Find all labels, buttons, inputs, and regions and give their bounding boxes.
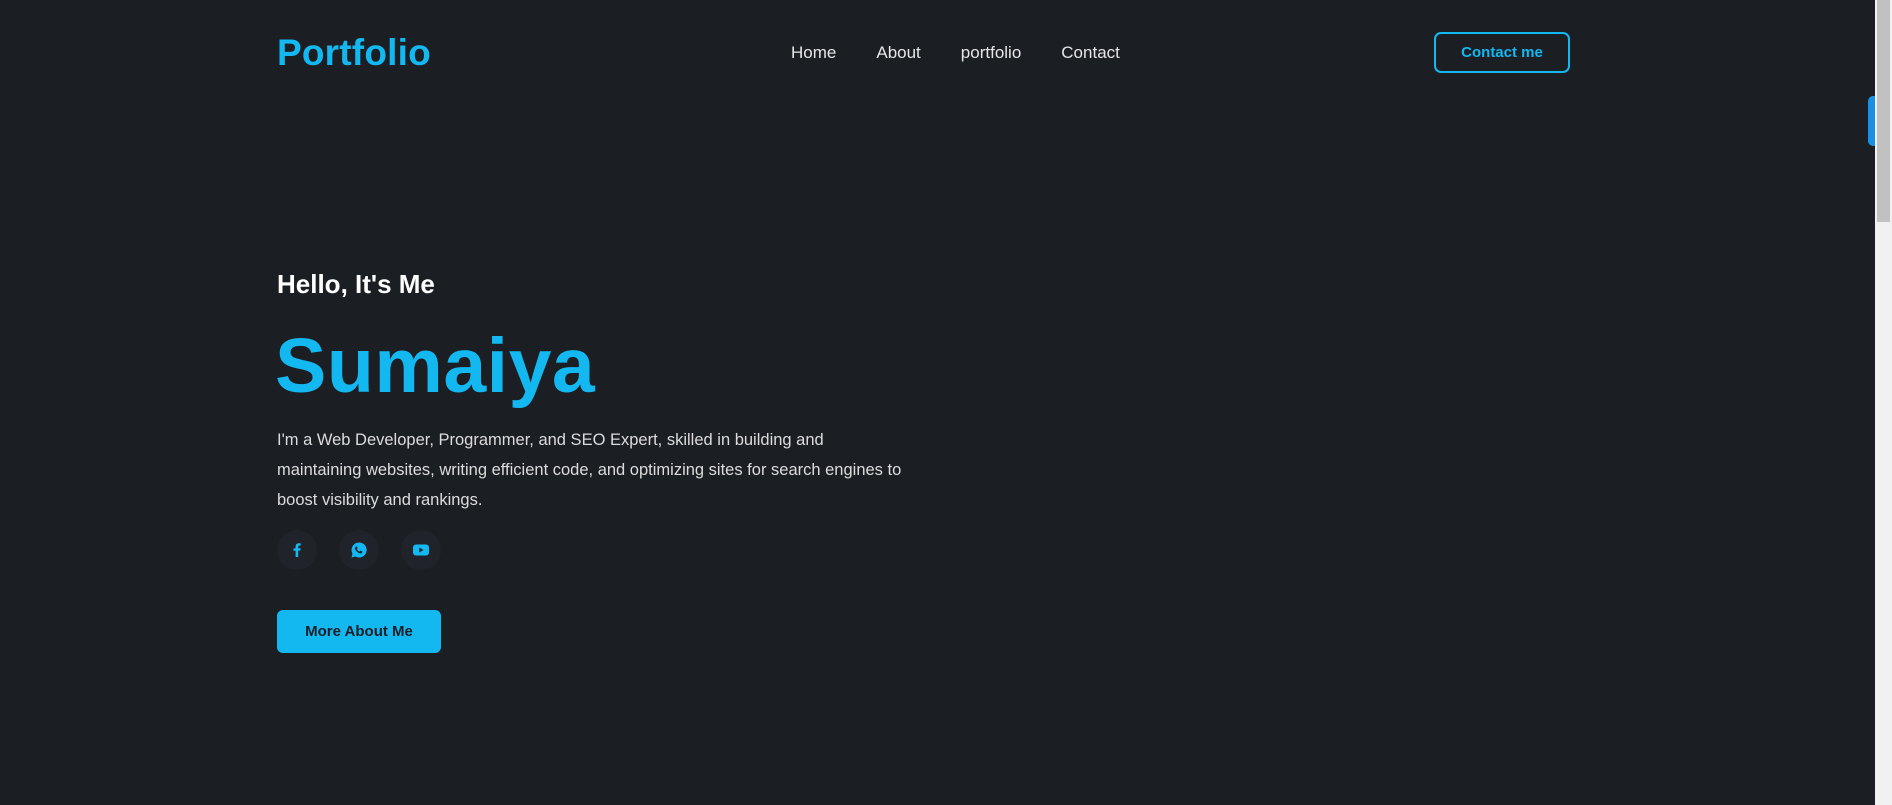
facebook-link[interactable] [277, 530, 317, 570]
scrollbar-thumb[interactable] [1877, 0, 1890, 222]
logo[interactable]: Portfolio [277, 30, 431, 76]
hero-description: I'm a Web Developer, Programmer, and SEO… [277, 431, 902, 509]
whatsapp-link[interactable] [339, 530, 379, 570]
main-nav: Home About portfolio Contact [791, 42, 1160, 64]
youtube-link[interactable] [401, 530, 441, 570]
nav-home[interactable]: Home [791, 42, 836, 64]
more-about-me-button[interactable]: More About Me [277, 610, 441, 653]
page: Portfolio Home About portfolio Contact C… [0, 0, 1892, 805]
nav-portfolio[interactable]: portfolio [961, 42, 1021, 64]
facebook-icon [289, 542, 305, 558]
greeting-heading: Hello, It's Me [277, 269, 435, 299]
whatsapp-icon [350, 541, 368, 559]
main-area: Portfolio Home About portfolio Contact C… [0, 0, 1875, 805]
contact-me-button[interactable]: Contact me [1434, 32, 1570, 73]
side-tab[interactable] [1868, 96, 1875, 146]
youtube-icon [412, 543, 430, 557]
social-links [277, 530, 441, 570]
nav-contact[interactable]: Contact [1061, 42, 1120, 64]
name-heading: Sumaiya [275, 323, 596, 409]
nav-about[interactable]: About [876, 42, 920, 64]
